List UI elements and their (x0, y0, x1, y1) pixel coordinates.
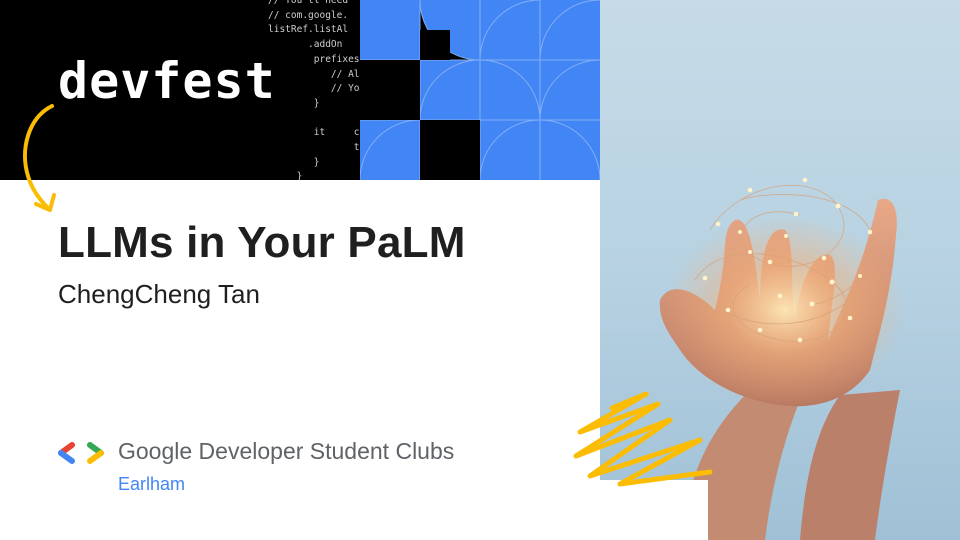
code-line: the items (353, 142, 360, 154)
curved-arrow-icon (23, 104, 56, 212)
code-line: } (313, 97, 320, 109)
code-line: // You'll need (268, 0, 349, 6)
code-line: // com.google. (268, 9, 349, 21)
blue-geometric-pattern (360, 0, 600, 180)
code-line: it ch { item (313, 127, 360, 139)
speaker-name: ChengCheng Tan (58, 279, 260, 309)
slide: // You'll need // com.google. listRef.li… (0, 0, 960, 540)
gdsc-logo-icon (58, 442, 104, 464)
code-line: // All (330, 68, 360, 80)
slide-title: LLMs in Your PaLM (58, 218, 466, 267)
code-line: // You (330, 83, 360, 95)
code-line: } (296, 171, 303, 180)
code-snippet: // You'll need // com.google. listRef.li… (268, 0, 360, 180)
devfest-logo: devfest (58, 52, 276, 110)
code-line: listRef.listAl (268, 24, 349, 36)
org-name: Google Developer Student Clubs (118, 438, 455, 464)
chapter-name: Earlham (118, 474, 186, 494)
code-line: prefixes.fo (313, 53, 360, 65)
zigzag-scribble-icon (573, 391, 713, 487)
code-line: } (313, 156, 320, 168)
code-line: .addOn (308, 39, 343, 51)
